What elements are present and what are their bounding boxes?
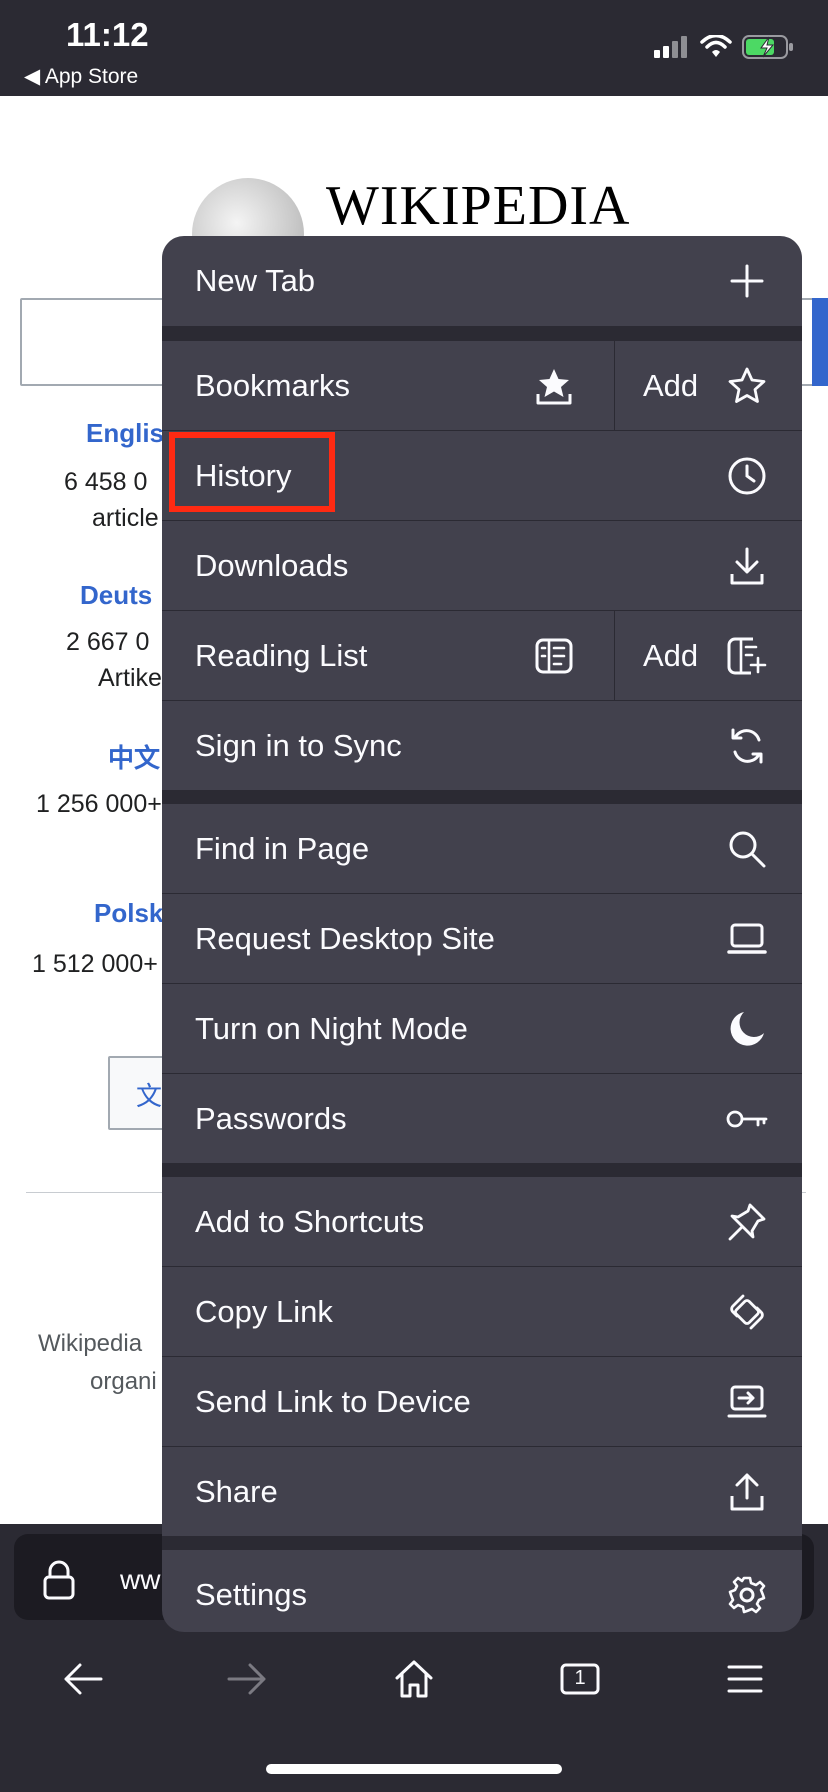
sync-icon [725, 724, 769, 768]
menu-item-label: Send Link to Device [195, 1383, 471, 1419]
lang-link-german[interactable]: Deuts [80, 580, 152, 611]
wikipedia-wordmark: WIKIPEDIA [326, 175, 631, 237]
bottom-toolbar: 1 [0, 1634, 828, 1724]
menu-item-bookmarks[interactable]: Bookmarks [162, 341, 615, 430]
menu-item-find-in-page[interactable]: Find in Page [162, 804, 802, 894]
star-outline-icon [725, 364, 769, 408]
link-icon [725, 1290, 769, 1334]
laptop-icon [725, 917, 769, 961]
history-highlight-box [169, 432, 335, 512]
menu-item-label: Turn on Night Mode [195, 1010, 468, 1046]
add-bookmark-label: Add [643, 367, 699, 403]
footer-text-line2: organi [90, 1368, 157, 1395]
menu-item-sign-in-sync[interactable]: Sign in to Sync [162, 701, 802, 790]
home-icon [394, 1659, 434, 1699]
menu-item-label: Copy Link [195, 1293, 333, 1329]
search-icon [725, 827, 769, 871]
pin-icon [725, 1200, 769, 1244]
menu-item-label: Downloads [195, 547, 349, 583]
menu-item-label: Find in Page [195, 830, 370, 866]
lock-icon[interactable] [42, 1560, 76, 1600]
home-indicator [266, 1764, 562, 1774]
lang-unit-german: Artike [98, 664, 162, 692]
status-time: 11:12 [66, 16, 149, 53]
menu-separator [162, 327, 802, 341]
menu-separator [162, 790, 802, 804]
menu-item-downloads[interactable]: Downloads [162, 521, 802, 611]
download-icon [725, 544, 769, 588]
menu-item-label: Share [195, 1473, 278, 1509]
lang-link-polish[interactable]: Polsk [94, 898, 163, 929]
status-bar: 11:12 ◀ App Store [0, 0, 828, 96]
menu-item-label: New Tab [195, 263, 316, 298]
menu-item-add-to-shortcuts[interactable]: Add to Shortcuts [162, 1177, 802, 1267]
reading-list-icon [532, 634, 576, 678]
home-button[interactable] [369, 1634, 459, 1724]
lang-count-english: 6 458 0 [64, 468, 148, 496]
send-to-device-icon [725, 1380, 769, 1424]
menu-separator [162, 1536, 802, 1550]
wiki-search-button[interactable] [812, 298, 828, 386]
reading-list-add-icon [725, 634, 769, 678]
menu-item-label: Bookmarks [195, 367, 351, 403]
menu-item-label: Settings [195, 1576, 308, 1612]
back-button[interactable] [38, 1634, 128, 1724]
menu-item-request-desktop-site[interactable]: Request Desktop Site [162, 894, 802, 984]
menu-item-settings[interactable]: Settings [162, 1550, 802, 1632]
menu-item-label: Passwords [195, 1100, 347, 1136]
add-reading-list-button[interactable]: Add [615, 611, 802, 700]
menu-item-copy-link[interactable]: Copy Link [162, 1267, 802, 1357]
lang-count-polish: 1 512 000+ [32, 950, 158, 978]
tab-count: 1 [574, 1667, 586, 1689]
menu-item-share[interactable]: Share [162, 1447, 802, 1536]
arrow-left-icon [63, 1662, 103, 1696]
menu-item-passwords[interactable]: Passwords [162, 1074, 802, 1163]
forward-button[interactable] [202, 1634, 292, 1724]
menu-row-reading-list: Reading List Add [162, 611, 802, 701]
add-reading-list-label: Add [643, 637, 699, 673]
add-bookmark-button[interactable]: Add [615, 341, 802, 430]
back-to-app-store-link[interactable]: ◀ App Store [24, 64, 138, 89]
gear-icon [725, 1573, 769, 1617]
menu-separator [162, 1163, 802, 1177]
lang-link-english[interactable]: Englis [86, 418, 164, 449]
key-icon [725, 1097, 769, 1141]
tabs-button[interactable]: 1 [535, 1634, 625, 1724]
menu-item-label: Add to Shortcuts [195, 1203, 425, 1239]
plus-icon [725, 259, 769, 303]
lang-link-chinese[interactable]: 中文 [108, 738, 160, 775]
menu-row-bookmarks: Bookmarks Add [162, 341, 802, 431]
status-icons [654, 34, 794, 60]
url-text[interactable]: ww [120, 1564, 160, 1596]
menu-item-new-tab[interactable]: New Tab [162, 236, 802, 327]
cellular-signal-icon [654, 36, 690, 58]
menu-item-reading-list[interactable]: Reading List [162, 611, 615, 700]
lang-unit-english: article [92, 504, 159, 532]
wifi-icon [700, 35, 732, 59]
arrow-right-icon [227, 1662, 267, 1696]
bookmarks-icon [532, 364, 576, 408]
lang-count-german: 2 667 0 [66, 628, 150, 656]
tabs-icon: 1 [560, 1663, 600, 1695]
menu-item-label: Sign in to Sync [195, 727, 402, 763]
menu-item-label: Request Desktop Site [195, 920, 495, 956]
menu-item-night-mode[interactable]: Turn on Night Mode [162, 984, 802, 1074]
menu-button[interactable] [700, 1634, 790, 1724]
menu-item-label: Reading List [195, 637, 368, 673]
hamburger-menu-icon [727, 1664, 763, 1694]
footer-text-line1: Wikipedia [38, 1330, 143, 1357]
clock-icon [725, 454, 769, 498]
menu-item-send-link[interactable]: Send Link to Device [162, 1357, 802, 1447]
battery-charging-icon [742, 34, 794, 60]
lang-count-chinese: 1 256 000+ [36, 790, 162, 818]
moon-icon [725, 1007, 769, 1051]
share-icon [725, 1470, 769, 1514]
